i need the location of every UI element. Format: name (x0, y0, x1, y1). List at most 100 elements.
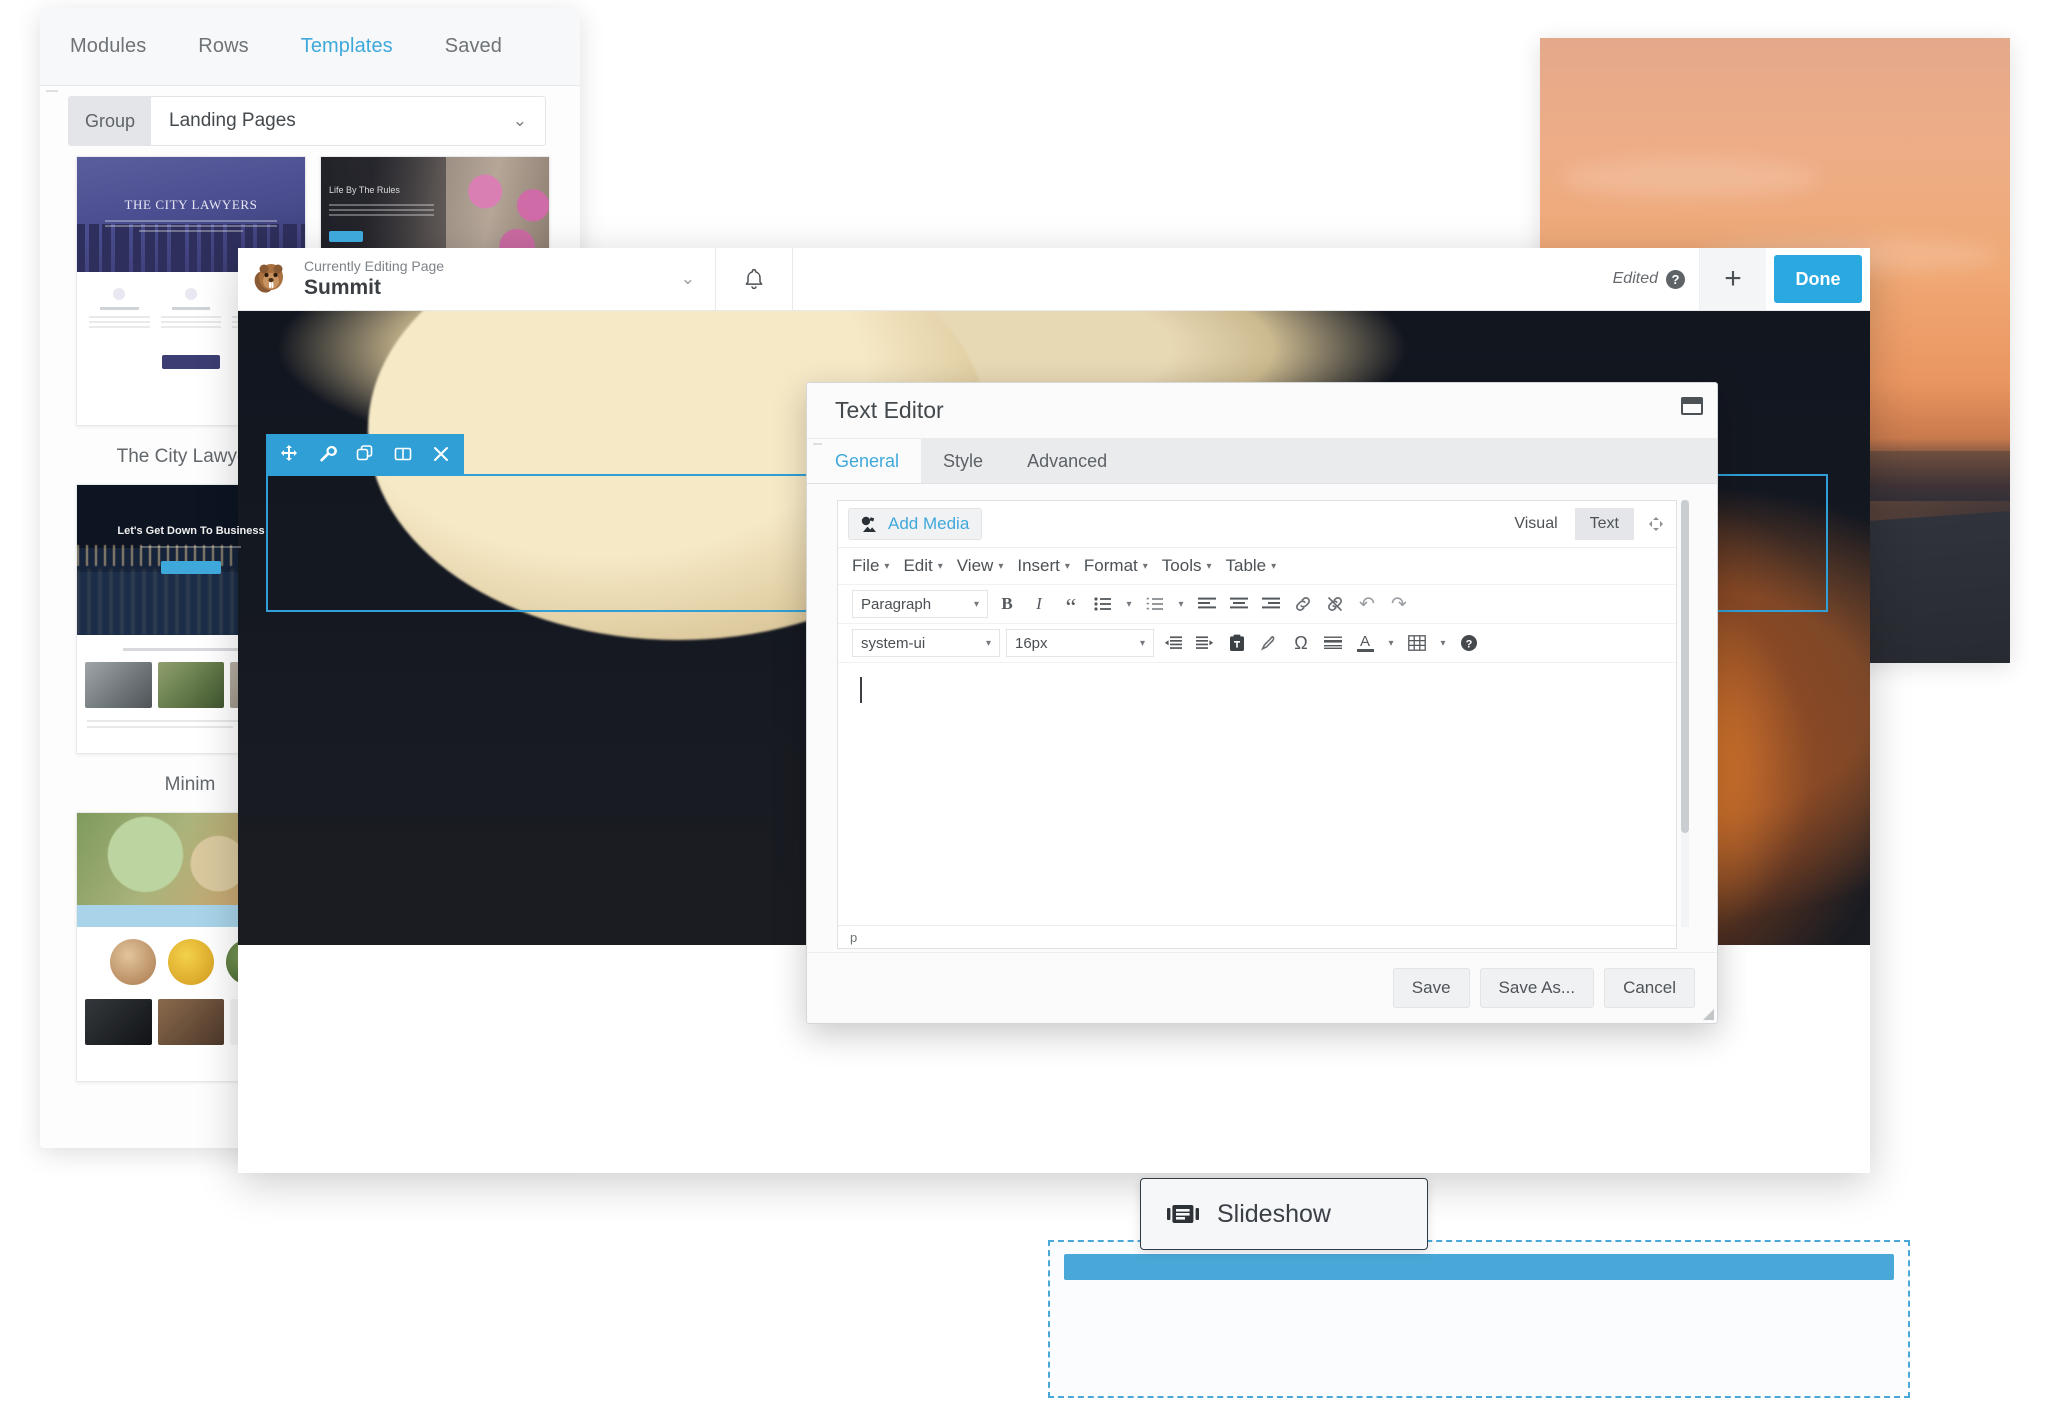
tab-general[interactable]: General (807, 439, 922, 483)
numbered-list-caret-icon[interactable]: ▾ (1174, 591, 1188, 617)
paste-as-text-icon[interactable] (1224, 630, 1250, 656)
special-character-icon[interactable]: Ω (1288, 630, 1314, 656)
link-icon[interactable] (1290, 591, 1316, 617)
text-color-swatch (1356, 648, 1374, 652)
blockquote-icon[interactable]: “ (1058, 587, 1084, 621)
group-value: Landing Pages (169, 110, 296, 131)
tab-modules[interactable]: Modules (70, 35, 146, 58)
clear-formatting-icon[interactable] (1256, 630, 1282, 656)
element-path: p (850, 929, 858, 945)
format-select-value: Paragraph (861, 595, 932, 613)
font-family-select[interactable]: system-ui ▾ (852, 629, 1000, 657)
current-page-sublabel: Currently Editing Page (304, 257, 445, 274)
move-icon[interactable] (272, 437, 306, 471)
editor-menu-bar: File ▾ Edit ▾ View ▾ Insert ▾ Format ▾ Tools ▾… (838, 547, 1676, 584)
dialog-body: Add Media Visual Text File ▾ Edit ▾ View ▾ … (807, 484, 1717, 953)
cancel-button[interactable]: Cancel (1604, 968, 1695, 1008)
decrease-indent-icon[interactable] (1160, 630, 1186, 656)
chevron-down-icon: ▾ (985, 637, 991, 649)
align-right-icon[interactable] (1258, 591, 1284, 617)
menu-tools[interactable]: Tools ▾ (1162, 556, 1212, 576)
menu-file[interactable]: File ▾ (852, 556, 889, 576)
done-button[interactable]: Done (1774, 255, 1862, 303)
window-icon[interactable] (1681, 397, 1703, 415)
group-select[interactable]: Group Landing Pages ⌄ (68, 96, 546, 146)
help-icon[interactable]: ? (1666, 269, 1685, 289)
drag-chip-slideshow[interactable]: Slideshow (1140, 1178, 1428, 1250)
format-select[interactable]: Paragraph ▾ (852, 590, 988, 618)
horizontal-rule-icon[interactable] (1320, 630, 1346, 656)
text-color-caret-icon[interactable]: ▾ (1384, 630, 1398, 656)
table-icon[interactable] (1404, 630, 1430, 656)
increase-indent-icon[interactable] (1192, 630, 1218, 656)
wp-editor: Add Media Visual Text File ▾ Edit ▾ View ▾ … (837, 500, 1677, 949)
edited-status: Edited ? (1613, 248, 1699, 310)
editor-mode-switch: Visual Text (1499, 508, 1666, 540)
slideshow-icon (1167, 1203, 1199, 1225)
chevron-down-icon: ▾ (1139, 637, 1145, 649)
thumb-hero-title: THE CITY LAWYERS (124, 197, 258, 212)
notifications-button[interactable] (716, 248, 793, 310)
save-button[interactable]: Save (1392, 968, 1470, 1008)
edited-label: Edited (1612, 270, 1658, 287)
text-color-icon[interactable]: A (1352, 630, 1378, 656)
menu-label: Table (1225, 556, 1267, 575)
tab-rows[interactable]: Rows (198, 35, 248, 58)
font-size-value: 16px (1015, 634, 1048, 652)
menu-format[interactable]: Format ▾ (1084, 556, 1148, 576)
tab-style[interactable]: Style (921, 439, 1005, 483)
chevron-down-icon: ▾ (937, 560, 943, 572)
dialog-footer: Save Save As... Cancel (807, 952, 1717, 1023)
numbered-list-icon[interactable] (1142, 591, 1168, 617)
templates-tab-bar: Modules Rows Templates Saved (40, 8, 580, 86)
tab-advanced[interactable]: Advanced (1005, 439, 1129, 483)
chevron-down-icon: ▾ (998, 560, 1004, 572)
chevron-down-icon: ▾ (1206, 560, 1212, 572)
menu-insert[interactable]: Insert ▾ (1017, 556, 1070, 576)
bullet-list-icon[interactable] (1090, 591, 1116, 617)
media-icon (861, 516, 880, 533)
duplicate-icon[interactable] (348, 437, 382, 471)
mode-text[interactable]: Text (1574, 508, 1634, 540)
mode-visual[interactable]: Visual (1499, 508, 1572, 540)
undo-icon[interactable]: ↶ (1354, 591, 1380, 617)
menu-label: Insert (1017, 556, 1060, 575)
current-page-selector[interactable]: Currently Editing Page Summit ⌄ (238, 248, 716, 310)
dialog-tab-bar: General Style Advanced (807, 439, 1717, 484)
tab-templates[interactable]: Templates (301, 35, 393, 58)
fullscreen-icon[interactable] (1646, 514, 1666, 534)
editor-scrollbar[interactable] (1681, 500, 1689, 927)
bullet-list-caret-icon[interactable]: ▾ (1122, 591, 1136, 617)
dialog-resize-handle[interactable] (1703, 1009, 1714, 1020)
bold-icon[interactable]: B (994, 591, 1020, 617)
menu-view[interactable]: View ▾ (957, 556, 1004, 576)
wrench-icon[interactable] (310, 437, 344, 471)
redo-icon[interactable]: ↷ (1386, 591, 1412, 617)
align-left-icon[interactable] (1194, 591, 1220, 617)
table-caret-icon[interactable]: ▾ (1436, 630, 1450, 656)
add-media-button[interactable]: Add Media (848, 508, 983, 540)
menu-edit[interactable]: Edit ▾ (903, 556, 942, 576)
unlink-icon[interactable] (1322, 591, 1348, 617)
menu-table[interactable]: Table ▾ (1226, 556, 1277, 576)
tab-saved[interactable]: Saved (445, 35, 502, 58)
help-icon[interactable]: ? (1456, 630, 1482, 656)
chevron-down-icon: ⌄ (680, 269, 695, 288)
save-as-button[interactable]: Save As... (1479, 968, 1595, 1008)
font-size-select[interactable]: 16px ▾ (1006, 629, 1154, 657)
chevron-down-icon: ▾ (1271, 560, 1277, 572)
editor-content-area[interactable] (838, 662, 1676, 925)
builder-top-bar: Currently Editing Page Summit ⌄ Edited ?… (238, 248, 1870, 311)
bell-icon (743, 267, 765, 291)
close-icon[interactable] (424, 437, 458, 471)
module-drop-zone[interactable] (1048, 1240, 1910, 1398)
columns-icon[interactable] (386, 437, 420, 471)
menu-label: Edit (903, 556, 933, 575)
thumb-hero-lines (105, 217, 277, 235)
beaver-builder-logo-icon (252, 260, 290, 298)
chevron-down-icon: ▾ (884, 560, 890, 572)
align-center-icon[interactable] (1226, 591, 1252, 617)
italic-icon[interactable]: I (1026, 591, 1052, 617)
editor-toolbar-row-1: Paragraph ▾ B I “ ▾ ▾ ↶ ↷ (838, 584, 1676, 623)
add-content-button[interactable]: + (1699, 248, 1766, 310)
